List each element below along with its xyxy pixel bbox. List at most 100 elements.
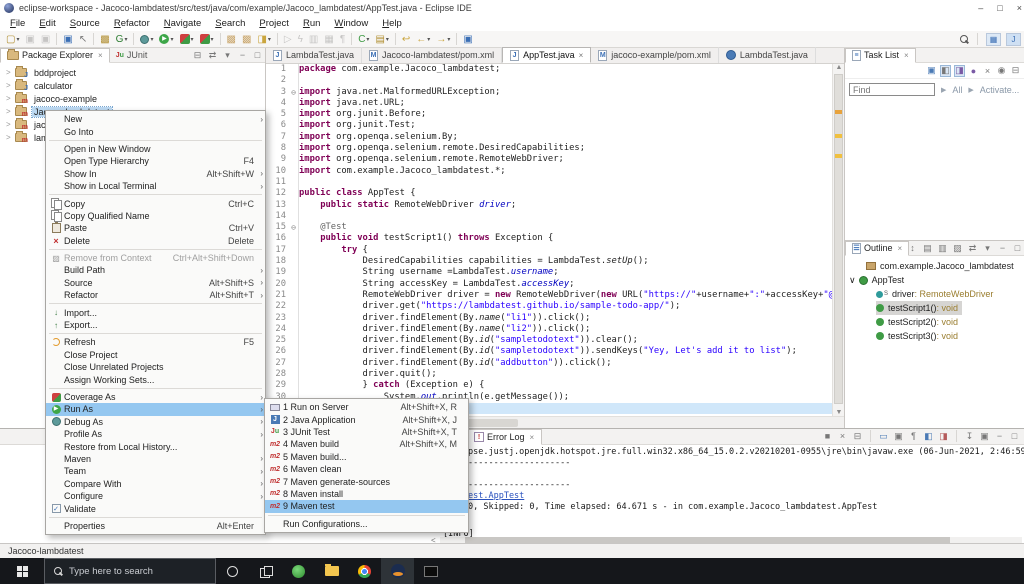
- search-icon[interactable]: [959, 34, 969, 45]
- collapse-chevron-icon[interactable]: ∨: [849, 275, 856, 286]
- context-menu-item-configure[interactable]: Configure ›: [46, 490, 265, 502]
- console-open-console-icon[interactable]: ▣: [979, 430, 990, 442]
- menu-project[interactable]: Project: [252, 18, 296, 29]
- context-menu-item-source[interactable]: Source Alt+Shift+S ›: [46, 277, 265, 289]
- context-menu-item-properties[interactable]: Properties Alt+Enter: [46, 520, 265, 532]
- toolbar-save-icon[interactable]: ▣: [23, 32, 36, 47]
- tab-outline[interactable]: ☰ Outline ×: [845, 240, 910, 256]
- context-menu-item-remove-from-context[interactable]: ▨ Remove from Context Ctrl+Alt+Shift+Down: [46, 252, 265, 264]
- task-list-remove-task-icon[interactable]: ×: [982, 65, 993, 77]
- editor-tab-jacoco-lambdatest-pom-xml[interactable]: M Jacoco-lambdatest/pom.xml: [362, 47, 503, 63]
- context-menu-item-team[interactable]: Team ›: [46, 465, 265, 477]
- console-maximize-icon[interactable]: □: [1009, 430, 1020, 442]
- editor-tab-lambdatest-java[interactable]: J LambdaTest.java: [266, 47, 363, 63]
- context-menu-item-export[interactable]: ↑ Export...: [46, 319, 265, 331]
- console-show-on-stderr-icon[interactable]: ◨: [938, 430, 949, 442]
- console-pin-console-icon[interactable]: ↧: [964, 430, 975, 442]
- outline-link-with-editor-icon[interactable]: ⇄: [967, 242, 978, 254]
- code-line[interactable]: 2: [266, 75, 832, 86]
- toolbar-new-package-icon[interactable]: ▤ ▾: [373, 32, 390, 47]
- task-list-new-task-icon[interactable]: ▣: [926, 65, 937, 77]
- code-line[interactable]: 14: [266, 211, 832, 222]
- chrome-button[interactable]: [348, 558, 381, 584]
- console-remove-launch-icon[interactable]: ×: [837, 430, 848, 442]
- expand-chevron-icon[interactable]: >: [6, 81, 15, 90]
- toolbar-new-gradle-project-icon[interactable]: G ▾: [114, 32, 130, 47]
- code-line[interactable]: 19 String username =LambdaTest.username;: [266, 267, 832, 278]
- outline-driver[interactable]: Sdriver : RemoteWebDriver: [845, 287, 1024, 301]
- package-explorer-view-menu-icon[interactable]: ▾: [222, 49, 233, 61]
- code-line[interactable]: 10 import com.example.Jacoco_lambdatest.*…: [266, 166, 832, 177]
- taskbar-search[interactable]: [44, 558, 216, 584]
- console-clear-console-icon[interactable]: ▭: [878, 430, 889, 442]
- code-line[interactable]: 1 package com.example.Jacoco_lambdatest;: [266, 64, 832, 75]
- toolbar-last-edit-location-icon[interactable]: ↩: [400, 32, 412, 47]
- menu-run[interactable]: Run: [296, 18, 327, 29]
- toolbar-select-element-icon[interactable]: ↖: [77, 32, 89, 47]
- console-show-on-stdout-icon[interactable]: ◧: [923, 430, 934, 442]
- context-menu-item-paste[interactable]: Paste Ctrl+V: [46, 222, 265, 234]
- console-word-wrap-icon[interactable]: ¶: [908, 430, 919, 442]
- editor-scrollbar[interactable]: ▲ ▼: [832, 64, 844, 416]
- toolbar-lightning-icon[interactable]: ϟ: [296, 32, 305, 47]
- outline-testscript1[interactable]: testScript1() : void: [845, 301, 1024, 315]
- outline-maximize-icon[interactable]: □: [1012, 242, 1023, 254]
- code-line[interactable]: 28 driver.quit();: [266, 369, 832, 380]
- package-explorer-link-with-editor-icon[interactable]: ⇄: [207, 49, 218, 61]
- context-menu-item-open-type-hierarchy[interactable]: Open Type Hierarchy F4: [46, 155, 265, 167]
- toolbar-show-whitespace-icon[interactable]: ¶: [338, 32, 347, 47]
- toolbar-run-external-icon[interactable]: ▷: [282, 32, 294, 47]
- menu-source[interactable]: Source: [63, 18, 107, 29]
- menu-window[interactable]: Window: [327, 18, 375, 29]
- fold-marker-icon[interactable]: ⊖: [288, 87, 299, 98]
- context-menu-item-compare-with[interactable]: Compare With ›: [46, 478, 265, 490]
- toolbar-new-class-icon[interactable]: C ▾: [356, 32, 371, 47]
- code-line[interactable]: 11: [266, 177, 832, 188]
- outline-hide-static-members-icon[interactable]: ▥: [937, 242, 948, 254]
- menu-refactor[interactable]: Refactor: [107, 18, 157, 29]
- taskbar-search-input[interactable]: [69, 565, 189, 577]
- outline-testscript2[interactable]: testScript2() : void: [845, 315, 1024, 329]
- outline-testscript3[interactable]: testScript3() : void: [845, 329, 1024, 343]
- context-menu-item-new[interactable]: New ›: [46, 113, 265, 125]
- context-menu-item-open-in-new-window[interactable]: Open in New Window: [46, 143, 265, 155]
- start-button[interactable]: [0, 558, 44, 584]
- run-as-item-8-maven-install[interactable]: m2 8 Maven install: [265, 488, 468, 500]
- eclipse-taskbar-button[interactable]: [381, 558, 414, 584]
- expand-chevron-icon[interactable]: >: [6, 68, 15, 77]
- menu-navigate[interactable]: Navigate: [157, 18, 209, 29]
- context-menu-item-copy-qualified-name[interactable]: Copy Qualified Name: [46, 210, 265, 223]
- console-scroll-lock-icon[interactable]: ▣: [893, 430, 904, 442]
- toolbar-open-folder-icon[interactable]: ▩: [225, 32, 238, 47]
- close-view-icon[interactable]: ×: [98, 51, 103, 60]
- context-menu-item-maven[interactable]: Maven ›: [46, 453, 265, 465]
- toolbar-toggle-annotations-icon[interactable]: ▥: [307, 32, 320, 47]
- package-explorer-minimize-icon[interactable]: −: [237, 49, 248, 61]
- task-list-collapse-all-icon[interactable]: ⊟: [1010, 65, 1021, 77]
- context-menu-item-run-as[interactable]: ▶ Run As ›: [46, 403, 265, 416]
- context-menu-item-refresh[interactable]: Refresh F5: [46, 336, 265, 348]
- menu-file[interactable]: File: [3, 18, 32, 29]
- project-jacoco-example[interactable]: > jacoco-example: [0, 92, 265, 105]
- file-explorer-button[interactable]: [315, 558, 348, 584]
- expand-chevron-icon[interactable]: >: [6, 133, 15, 142]
- context-menu-item-import[interactable]: ↓ Import...: [46, 306, 265, 318]
- code-line[interactable]: 24 driver.findElement(By.name("li2")).cl…: [266, 324, 832, 335]
- toolbar-run-icon[interactable]: ▶ ▾: [157, 32, 175, 47]
- code-line[interactable]: 4 import java.net.URL;: [266, 98, 832, 109]
- toolbar-new-java-project-icon[interactable]: ▩: [98, 32, 111, 47]
- context-menu-item-debug-as[interactable]: Debug As ›: [46, 416, 265, 428]
- code-line[interactable]: 27 driver.findElement(By.id("addbutton")…: [266, 358, 832, 369]
- code-line[interactable]: 17 try {: [266, 245, 832, 256]
- outline-sort-icon[interactable]: ↕: [907, 242, 918, 254]
- run-as-item-7-maven-generate-sources[interactable]: m2 7 Maven generate-sources: [265, 475, 468, 487]
- outline-minimize-icon[interactable]: −: [997, 242, 1008, 254]
- context-menu-item-go-into[interactable]: Go Into: [46, 125, 265, 137]
- context-menu-item-show-in-local-terminal[interactable]: Show in Local Terminal ›: [46, 180, 265, 192]
- editor-tab-lambdatest-java[interactable]: LambdaTest.java: [719, 47, 816, 63]
- context-menu-item-assign-working-sets[interactable]: Assign Working Sets...: [46, 373, 265, 385]
- code-line[interactable]: 8 import org.openqa.selenium.remote.Desir…: [266, 143, 832, 154]
- code-line[interactable]: 18 DesiredCapabilities capabilities = La…: [266, 256, 832, 267]
- context-menu-item-copy[interactable]: Copy Ctrl+C: [46, 197, 265, 211]
- editor-tab-jacoco-example-pom-xml[interactable]: Mjacoco-example/pom.xml: [591, 47, 719, 63]
